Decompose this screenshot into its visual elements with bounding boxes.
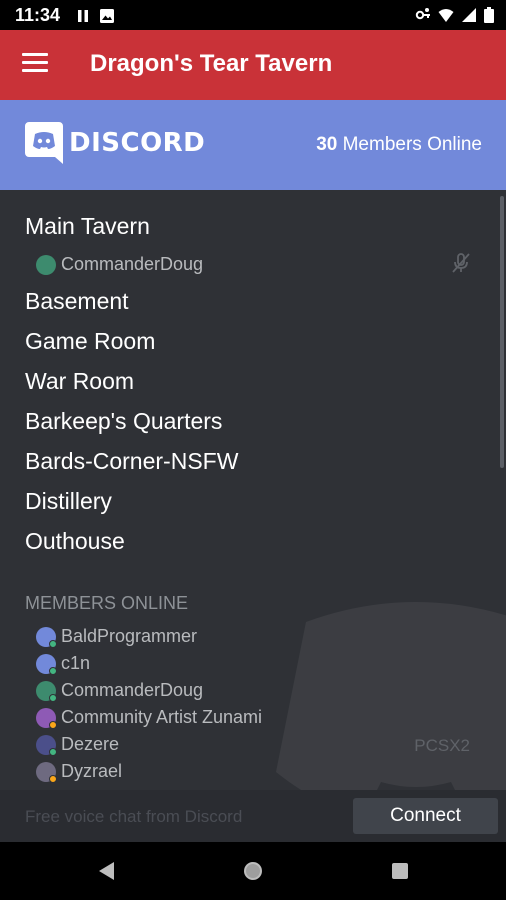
wifi-icon (438, 9, 454, 22)
member-commanderdoug[interactable]: CommanderDoug (36, 680, 204, 702)
member-dyzrael[interactable]: Dyzrael (36, 761, 123, 783)
channel-war-room[interactable]: War Room (25, 368, 134, 395)
avatar (36, 653, 57, 675)
discord-wordmark: DISCORD (69, 128, 206, 158)
status-bar: 11:34 (0, 0, 506, 30)
connect-button[interactable]: Connect (353, 798, 498, 834)
channel-main-tavern[interactable]: Main Tavern (25, 213, 150, 240)
members-online-count: 30 Members Online (316, 134, 482, 156)
channel-list-panel[interactable]: Main Tavern CommanderDoug Basement Game … (0, 190, 506, 842)
member-name: CommanderDoug (61, 680, 204, 700)
channel-outhouse[interactable]: Outhouse (25, 528, 125, 555)
discord-logo: DISCORD (25, 122, 205, 164)
recents-square-icon[interactable] (389, 860, 411, 882)
discord-widget-header: DISCORD 30 Members Online (0, 100, 506, 190)
voice-member-commanderdoug[interactable]: CommanderDoug (36, 254, 203, 275)
voice-member-name: CommanderDoug (61, 254, 204, 274)
image-icon (100, 9, 114, 23)
scrollbar[interactable] (500, 196, 504, 468)
member-community-artist-zunami[interactable]: Community Artist Zunami (36, 707, 263, 729)
channel-game-room[interactable]: Game Room (25, 328, 155, 355)
members-online-number: 30 (316, 134, 338, 155)
member-baldprogrammer[interactable]: BaldProgrammer (36, 626, 198, 648)
pause-icon (78, 10, 88, 22)
widget-footer: Free voice chat from Discord Connect (0, 790, 506, 842)
hamburger-menu-icon[interactable] (22, 53, 48, 77)
back-triangle-icon[interactable] (96, 860, 118, 882)
signal-icon (462, 8, 476, 22)
status-time: 11:34 (15, 5, 61, 25)
avatar (36, 626, 57, 648)
members-online-heading: MEMBERS ONLINE (25, 593, 189, 613)
members-online-label: Members Online (342, 134, 482, 155)
home-circle-icon[interactable] (242, 860, 264, 882)
channel-basement[interactable]: Basement (25, 288, 129, 315)
member-name: BaldProgrammer (61, 626, 198, 646)
channel-bards-corner-nsfw[interactable]: Bards-Corner-NSFW (25, 448, 238, 475)
avatar (36, 707, 57, 729)
channel-barkeeps-quarters[interactable]: Barkeep's Quarters (25, 408, 222, 435)
member-c1n[interactable]: c1n (36, 653, 91, 675)
footer-tagline: Free voice chat from Discord (25, 807, 243, 826)
avatar (36, 254, 56, 275)
discord-background-icon (276, 602, 506, 812)
battery-icon (484, 7, 494, 23)
member-name: Community Artist Zunami (61, 707, 263, 727)
avatar (36, 734, 57, 756)
channel-distillery[interactable]: Distillery (25, 488, 112, 515)
app-bar: Dragon's Tear Tavern (0, 30, 506, 100)
app-title: Dragon's Tear Tavern (90, 50, 333, 77)
member-game-label: PCSX2 (414, 736, 470, 755)
member-dezere[interactable]: Dezere (36, 734, 120, 756)
member-name: Dezere (61, 734, 120, 754)
avatar (36, 761, 57, 783)
discord-logo-icon (25, 122, 63, 164)
member-name: Dyzrael (61, 761, 123, 781)
system-nav-bar (0, 842, 506, 900)
vpn-key-icon (415, 8, 430, 20)
muted-mic-icon (452, 253, 470, 273)
member-name: c1n (61, 653, 91, 673)
avatar (36, 680, 57, 702)
